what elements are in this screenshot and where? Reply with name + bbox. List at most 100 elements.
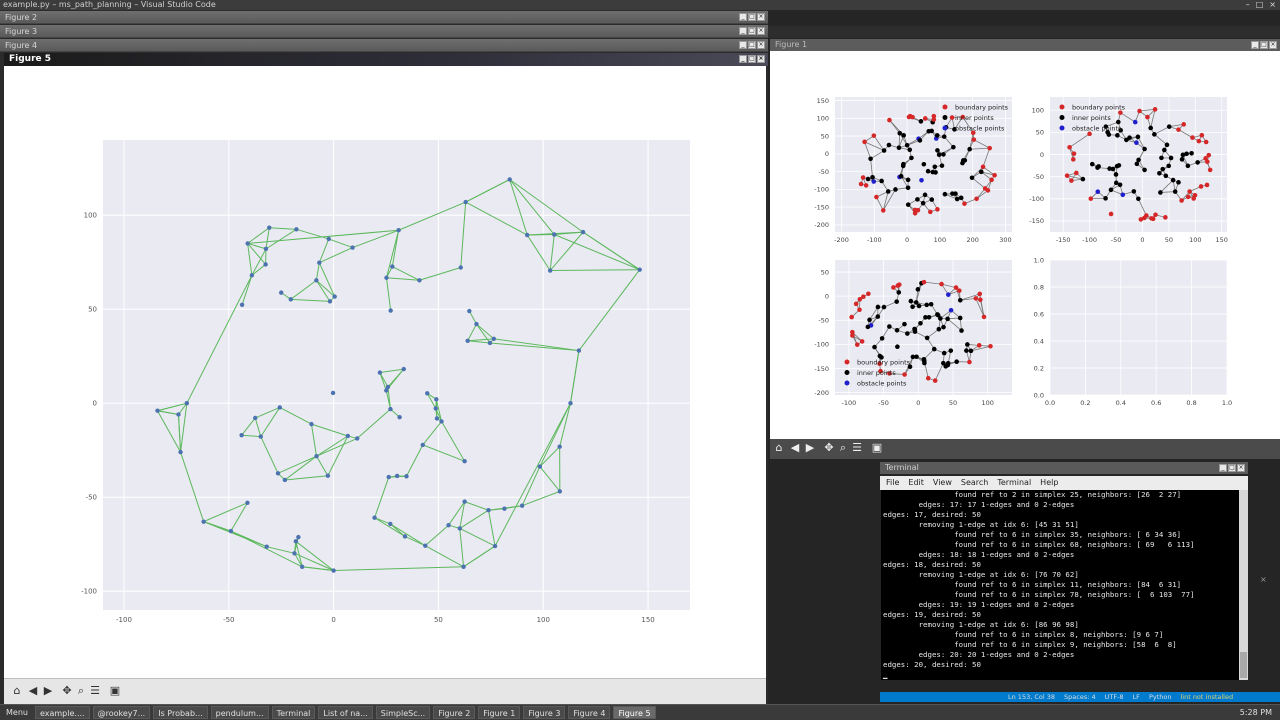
- taskbar-item[interactable]: Figure 2: [433, 706, 476, 719]
- taskbar-item[interactable]: Figure 5: [613, 706, 656, 719]
- mesh-node: [296, 534, 301, 540]
- taskbar-item[interactable]: Figure 3: [523, 706, 566, 719]
- close-icon[interactable]: ×: [1260, 575, 1267, 584]
- vscode-window-controls[interactable]: – □ ×: [1226, 0, 1276, 10]
- zoom-icon[interactable]: ⌕: [74, 684, 88, 698]
- taskbar-item[interactable]: List of na...: [318, 706, 373, 719]
- status-lint[interactable]: lint not installed: [1180, 692, 1233, 702]
- close-icon[interactable]: ×: [757, 27, 765, 35]
- minimize-icon[interactable]: _: [1219, 464, 1227, 472]
- subplots-icon[interactable]: ☰: [88, 684, 102, 698]
- mesh-node: [487, 340, 493, 346]
- close-icon[interactable]: ×: [757, 13, 765, 21]
- inner-point: [885, 189, 891, 194]
- save-icon[interactable]: ▣: [108, 684, 122, 698]
- back-icon[interactable]: ◀: [788, 441, 802, 455]
- inner-point: [1142, 167, 1147, 173]
- save-icon[interactable]: ▣: [870, 441, 884, 455]
- maximize-icon[interactable]: □: [748, 55, 756, 63]
- terminal-title-bar[interactable]: Terminal _ □ ×: [880, 462, 1248, 474]
- boundary-point: [1108, 211, 1114, 217]
- boundary-point: [1191, 196, 1196, 201]
- inner-point: [1180, 152, 1186, 158]
- y-tick-label: -100: [1029, 195, 1044, 203]
- maximize-icon[interactable]: □: [748, 13, 756, 21]
- back-icon[interactable]: ◀: [26, 684, 40, 698]
- taskbar-item[interactable]: pendulum...: [210, 706, 269, 719]
- terminal-line: removing 1-edge at idx 6: [76 70 62]: [883, 570, 1079, 579]
- minimize-icon[interactable]: _: [739, 13, 747, 21]
- inner-point: [894, 299, 899, 304]
- taskbar-item[interactable]: Is Probab...: [153, 706, 208, 719]
- boundary-point: [967, 359, 972, 365]
- mesh-node: [309, 421, 314, 427]
- mesh-node: [249, 273, 255, 278]
- home-icon[interactable]: ⌂: [772, 441, 786, 455]
- menu-help[interactable]: Help: [1040, 476, 1058, 490]
- close-icon[interactable]: ×: [1269, 41, 1277, 49]
- x-tick-label: 300: [999, 236, 1011, 244]
- mesh-node: [279, 290, 284, 295]
- figure-3-title-bar[interactable]: Figure 3 _ □ ×: [0, 25, 768, 38]
- mesh-node: [552, 232, 557, 237]
- maximize-icon[interactable]: □: [1260, 41, 1268, 49]
- maximize-icon[interactable]: □: [748, 41, 756, 49]
- zoom-icon[interactable]: ⌕: [836, 441, 850, 455]
- close-icon[interactable]: ×: [1237, 464, 1245, 472]
- forward-icon[interactable]: ▶: [41, 684, 55, 698]
- figure-1-title-bar[interactable]: Figure 1 _ □ ×: [770, 39, 1280, 51]
- menu-view[interactable]: View: [933, 476, 952, 490]
- start-menu-button[interactable]: Menu: [2, 708, 32, 717]
- maximize-icon[interactable]: □: [1228, 464, 1236, 472]
- taskbar-item[interactable]: Figure 4: [568, 706, 611, 719]
- minimize-icon[interactable]: _: [739, 55, 747, 63]
- menu-file[interactable]: File: [886, 476, 899, 490]
- figure-5-title-bar[interactable]: Figure 5 _ □ ×: [4, 53, 768, 66]
- boundary-point: [1149, 216, 1154, 221]
- mesh-node: [388, 406, 393, 412]
- inner-point: [865, 176, 871, 182]
- close-icon[interactable]: ×: [757, 41, 765, 49]
- terminal-output[interactable]: found ref to 2 in simplex 25, neighbors:…: [881, 490, 1239, 680]
- y-tick-label: 0: [93, 400, 97, 408]
- taskbar-item[interactable]: SimpleSc...: [375, 706, 431, 719]
- inner-point: [969, 175, 975, 181]
- maximize-icon[interactable]: □: [748, 27, 756, 35]
- y-tick-label: -150: [1029, 217, 1044, 225]
- pan-icon[interactable]: ✥: [822, 441, 836, 455]
- taskbar-item[interactable]: Terminal: [271, 706, 316, 719]
- status-spaces[interactable]: Spaces: 4: [1064, 692, 1096, 702]
- taskbar-clock[interactable]: 5:28 PM: [1240, 708, 1280, 717]
- pan-icon[interactable]: ✥: [60, 684, 74, 698]
- figure-4-title-bar[interactable]: Figure 4 _ □ ×: [0, 39, 768, 52]
- close-icon[interactable]: ×: [757, 55, 765, 63]
- status-position[interactable]: Ln 153, Col 38: [1008, 692, 1055, 702]
- status-language[interactable]: Python: [1149, 692, 1172, 702]
- inner-point: [870, 175, 875, 180]
- menu-edit[interactable]: Edit: [908, 476, 924, 490]
- status-encoding[interactable]: UTF-8: [1105, 692, 1124, 702]
- boundary-point: [860, 175, 866, 180]
- taskbar-item[interactable]: Figure 1: [478, 706, 521, 719]
- x-tick-label: 0.0: [1045, 399, 1055, 407]
- forward-icon[interactable]: ▶: [803, 441, 817, 455]
- menu-terminal[interactable]: Terminal: [997, 476, 1031, 490]
- inner-point: [868, 156, 873, 162]
- figure-2-title-bar[interactable]: Figure 2 _ □ ×: [0, 11, 768, 24]
- x-tick-label: 0: [916, 399, 920, 407]
- taskbar-item[interactable]: @rookey7...: [92, 706, 151, 719]
- status-eol[interactable]: LF: [1133, 692, 1140, 702]
- home-icon[interactable]: ⌂: [10, 684, 24, 698]
- boundary-point: [980, 164, 986, 170]
- y-tick-label: 1.0: [1034, 256, 1044, 264]
- menu-search[interactable]: Search: [961, 476, 988, 490]
- terminal-scrollbar-thumb[interactable]: [1240, 652, 1247, 678]
- mesh-node: [557, 489, 563, 494]
- minimize-icon[interactable]: _: [739, 27, 747, 35]
- subplots-icon[interactable]: ☰: [850, 441, 864, 455]
- minimize-icon[interactable]: _: [739, 41, 747, 49]
- inner-point: [1185, 163, 1191, 169]
- y-tick-label: -50: [818, 168, 829, 176]
- taskbar-item[interactable]: example....: [34, 706, 90, 719]
- minimize-icon[interactable]: _: [1251, 41, 1259, 49]
